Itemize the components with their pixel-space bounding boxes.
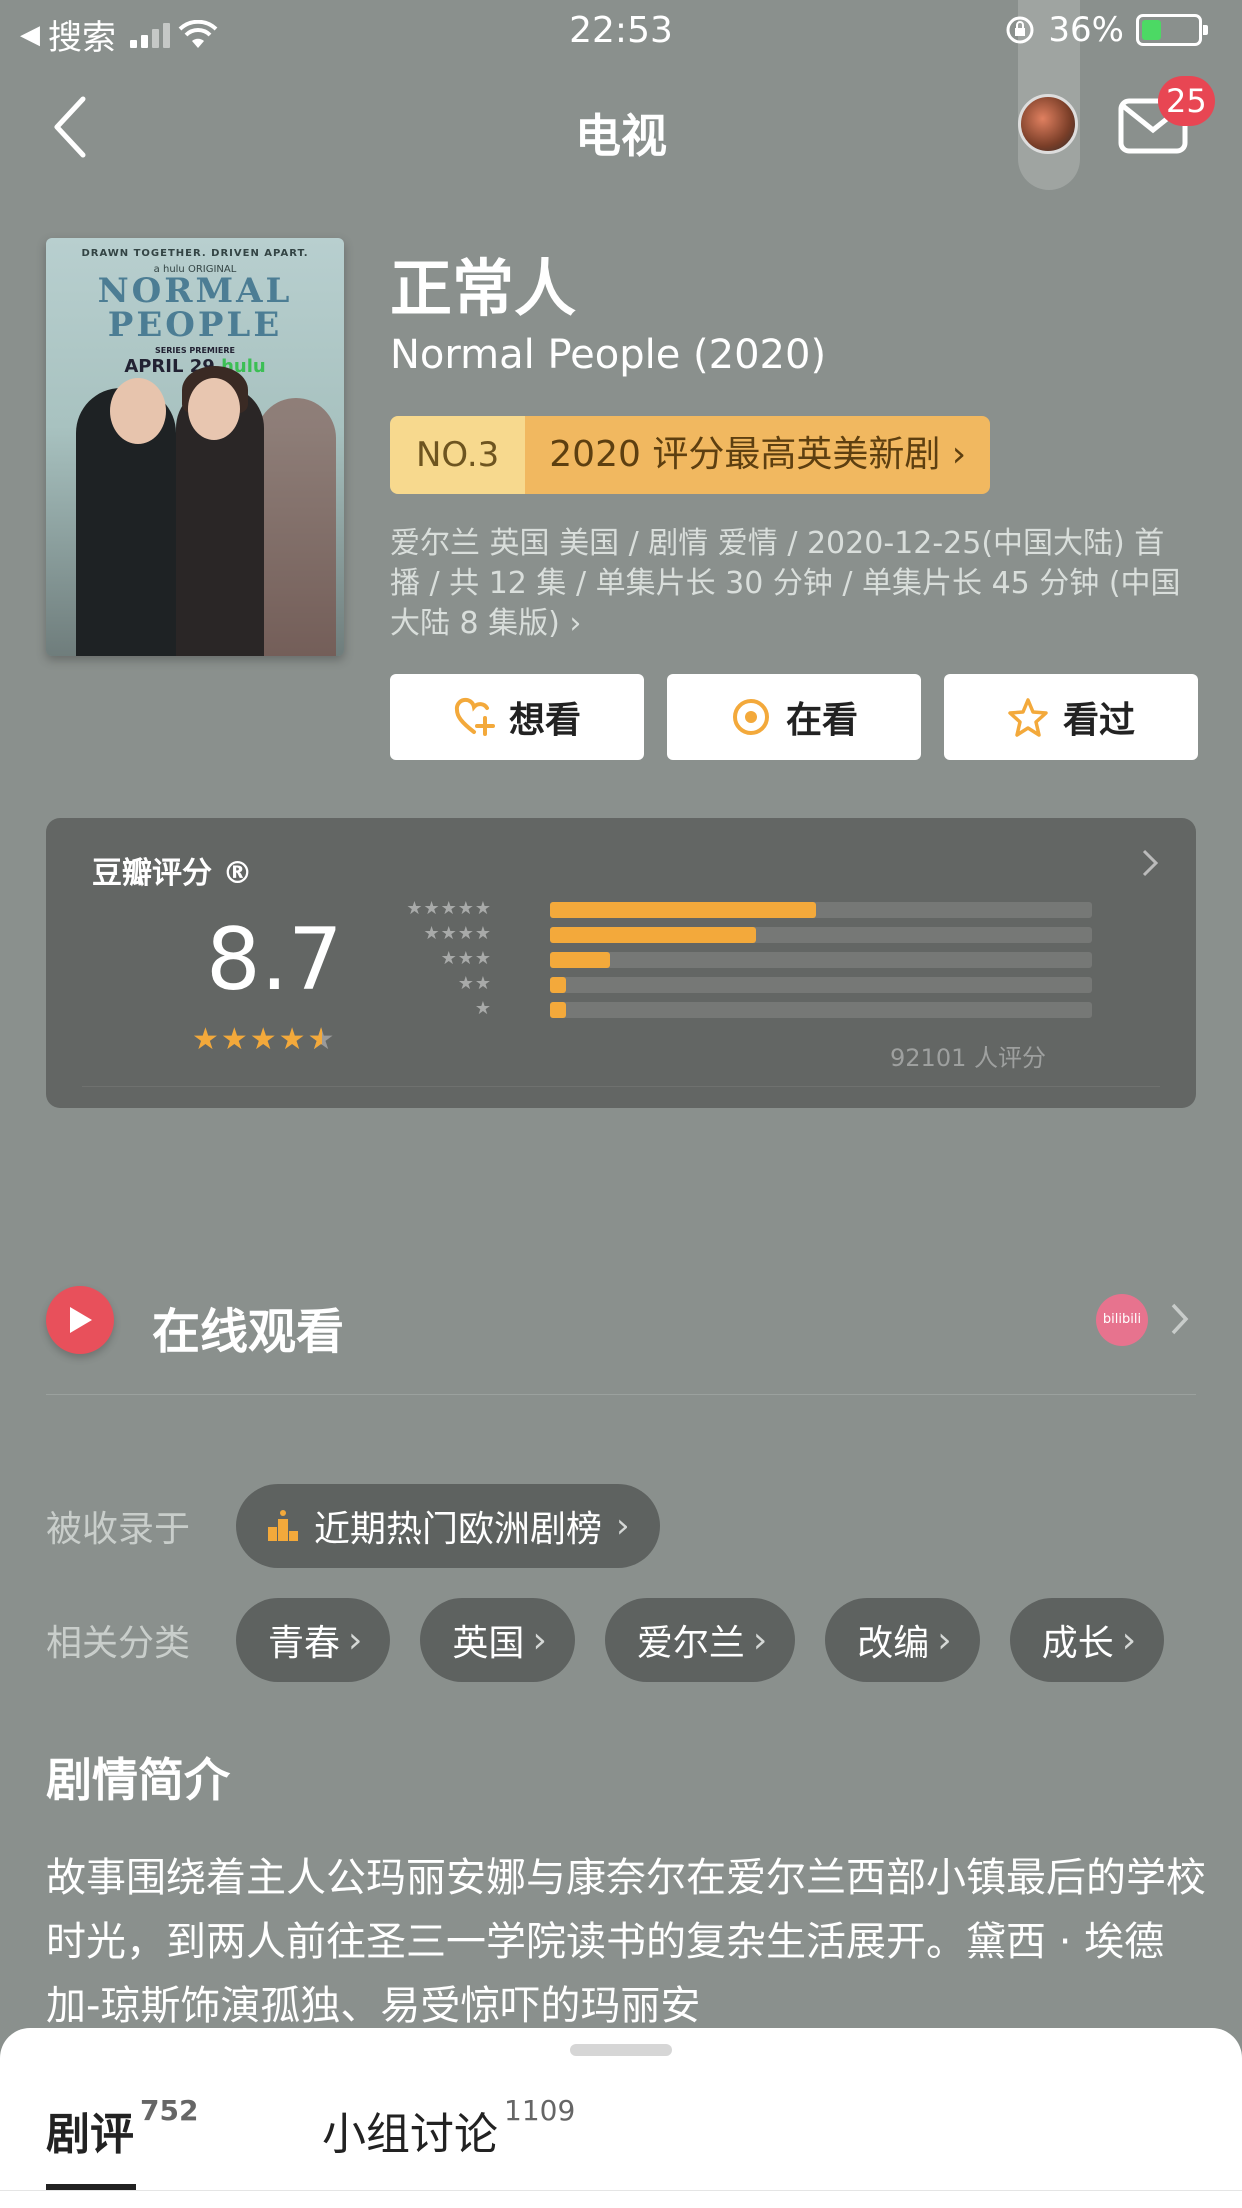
list-chip[interactable]: 近期热门欧洲剧榜 ›	[236, 1484, 660, 1568]
divider	[0, 2190, 1242, 2191]
collected-label: 被收录于	[46, 1509, 191, 1550]
divider	[46, 1394, 1196, 1395]
watch-online-row[interactable]: 在线观看 bilibili	[46, 1276, 1196, 1376]
chevron-right-icon: ›	[752, 1619, 768, 1661]
poster-image[interactable]: DRAWN TOGETHER. DRIVEN APART. a hulu ORI…	[46, 238, 344, 656]
tag-label: 青春	[268, 1623, 341, 1664]
rating-stars: ★★★★★★	[192, 1022, 337, 1057]
tab-group-label: 小组讨论	[322, 2109, 498, 2160]
play-icon	[46, 1286, 114, 1354]
distribution-stars: ★	[474, 997, 492, 1019]
tags-label: 相关分类	[46, 1623, 191, 1664]
rating-distribution-row: ★★	[382, 971, 1092, 995]
tag-label: 成长	[1041, 1623, 1114, 1664]
distribution-bar-track	[550, 977, 1092, 993]
distribution-bar	[550, 1002, 567, 1018]
tag-chip[interactable]: 改编 ›	[825, 1598, 980, 1682]
ranking-badge[interactable]: NO.3 2020 评分最高英美新剧 ›	[390, 416, 991, 494]
rank-text: 2020 评分最高英美新剧 ›	[525, 416, 991, 494]
rating-distribution-row: ★★★	[382, 946, 1092, 970]
tag-label: 英国	[452, 1623, 525, 1664]
nav-bar: 电视 25	[0, 0, 1242, 192]
poster-face	[110, 378, 166, 444]
mail-badge: 25	[1158, 76, 1215, 126]
avatar[interactable]	[1018, 94, 1078, 154]
tag-chip[interactable]: 爱尔兰 ›	[604, 1598, 796, 1682]
tab-reviews-count: 752	[140, 2094, 199, 2127]
tag-chip[interactable]: 成长 ›	[1009, 1598, 1165, 1682]
synopsis-title: 剧情简介	[46, 1753, 230, 1807]
bottom-sheet[interactable]: 剧评 752 小组讨论 1109	[0, 2028, 1242, 2208]
distribution-stars: ★★★★★	[406, 897, 492, 919]
rating-label: 豆瓣评分 ®	[92, 856, 253, 891]
distribution-bar-track	[550, 952, 1092, 968]
tab-group-count: 1109	[504, 2094, 576, 2127]
poster-face	[188, 378, 240, 440]
star-icon	[1008, 698, 1048, 737]
rating-distribution-row: ★★★★	[382, 921, 1092, 945]
bilibili-icon: bilibili	[1096, 1294, 1148, 1346]
tab-reviews-label: 剧评	[46, 2109, 134, 2160]
battery-icon	[1136, 14, 1208, 46]
target-icon	[732, 699, 769, 735]
distribution-bar-track	[550, 902, 1092, 918]
podium-icon	[268, 1510, 298, 1541]
related-tags-row: 相关分类 青春 › 英国 › 爱尔兰 › 改编 › 成长 ›	[46, 1598, 1194, 1682]
poster-series-premiere: SERIES PREMIERE	[155, 346, 235, 355]
watching-label: 在看	[785, 700, 858, 741]
tag-chip[interactable]: 英国 ›	[420, 1598, 575, 1682]
divider	[82, 1086, 1160, 1087]
want-label: 想看	[508, 700, 581, 741]
tag-label: 爱尔兰	[636, 1623, 745, 1664]
watched-label: 看过	[1062, 700, 1135, 741]
rating-distribution-row: ★	[382, 996, 1092, 1020]
chevron-right-icon: ›	[348, 1619, 363, 1661]
rating-count: 92101 人评分	[890, 1044, 1046, 1072]
distribution-bar	[550, 927, 756, 943]
distribution-stars: ★★★★	[423, 922, 492, 944]
chevron-right-icon: ›	[1121, 1619, 1137, 1661]
list-name: 近期热门欧洲剧榜	[314, 1509, 603, 1550]
rating-score: 8.7	[206, 910, 343, 1010]
distribution-stars: ★★★	[440, 947, 492, 969]
chevron-right-icon	[1142, 849, 1159, 877]
title-chinese: 正常人	[390, 252, 577, 325]
chevron-right-icon: ›	[616, 1506, 630, 1546]
synopsis-text[interactable]: 故事围绕着主人公玛丽安娜与康奈尔在爱尔兰西部小镇最后的学校时光，到两人前往圣三一…	[46, 1846, 1206, 2036]
page: ◀ 搜索 22:53 36% 电视 25 DRAWN TOGETHER. DRI…	[0, 0, 1242, 2208]
watched-button[interactable]: 看过	[944, 674, 1198, 760]
sheet-grabber[interactable]	[570, 2044, 672, 2056]
rating-card[interactable]: 豆瓣评分 ® 8.7 ★★★★★★ ★★★★★★★★★★★★★★★ 92101 …	[46, 818, 1196, 1108]
chevron-right-icon	[1171, 1303, 1189, 1335]
distribution-bar-track	[550, 1002, 1092, 1018]
title-english: Normal People (2020)	[390, 332, 827, 378]
distribution-bar	[550, 952, 610, 968]
collected-row: 被收录于 近期热门欧洲剧榜 ›	[46, 1484, 660, 1568]
rating-distribution-row: ★★★★★	[382, 896, 1092, 920]
chevron-right-icon: ›	[532, 1619, 547, 1661]
distribution-bar	[550, 977, 567, 993]
poster-title-line2: PEOPLE	[107, 305, 283, 345]
distribution-bar	[550, 902, 816, 918]
poster-title: NORMAL PEOPLE	[46, 274, 344, 342]
subject-meta[interactable]: 爱尔兰 英国 美国 / 剧情 爱情 / 2020-12-25(中国大陆) 首播 …	[390, 524, 1190, 644]
distribution-stars: ★★	[457, 972, 492, 994]
tab-group-discussion[interactable]: 小组讨论 1109	[322, 2094, 575, 2162]
distribution-bar-track	[550, 927, 1092, 943]
chevron-right-icon: ›	[937, 1619, 952, 1661]
tag-chip[interactable]: 青春 ›	[236, 1598, 391, 1682]
want-to-watch-button[interactable]: 想看	[390, 674, 644, 760]
tab-reviews[interactable]: 剧评 752	[46, 2094, 198, 2162]
poster-tagline: DRAWN TOGETHER. DRIVEN APART.	[81, 248, 309, 259]
watching-button[interactable]: 在看	[667, 674, 921, 760]
tag-label: 改编	[857, 1623, 930, 1664]
rank-number: NO.3	[390, 416, 526, 494]
poster-figure	[256, 398, 336, 656]
heart-plus-icon	[454, 697, 495, 736]
poster-title-line1: NORMAL	[97, 271, 293, 311]
watch-online-label: 在线观看	[152, 1304, 345, 1360]
